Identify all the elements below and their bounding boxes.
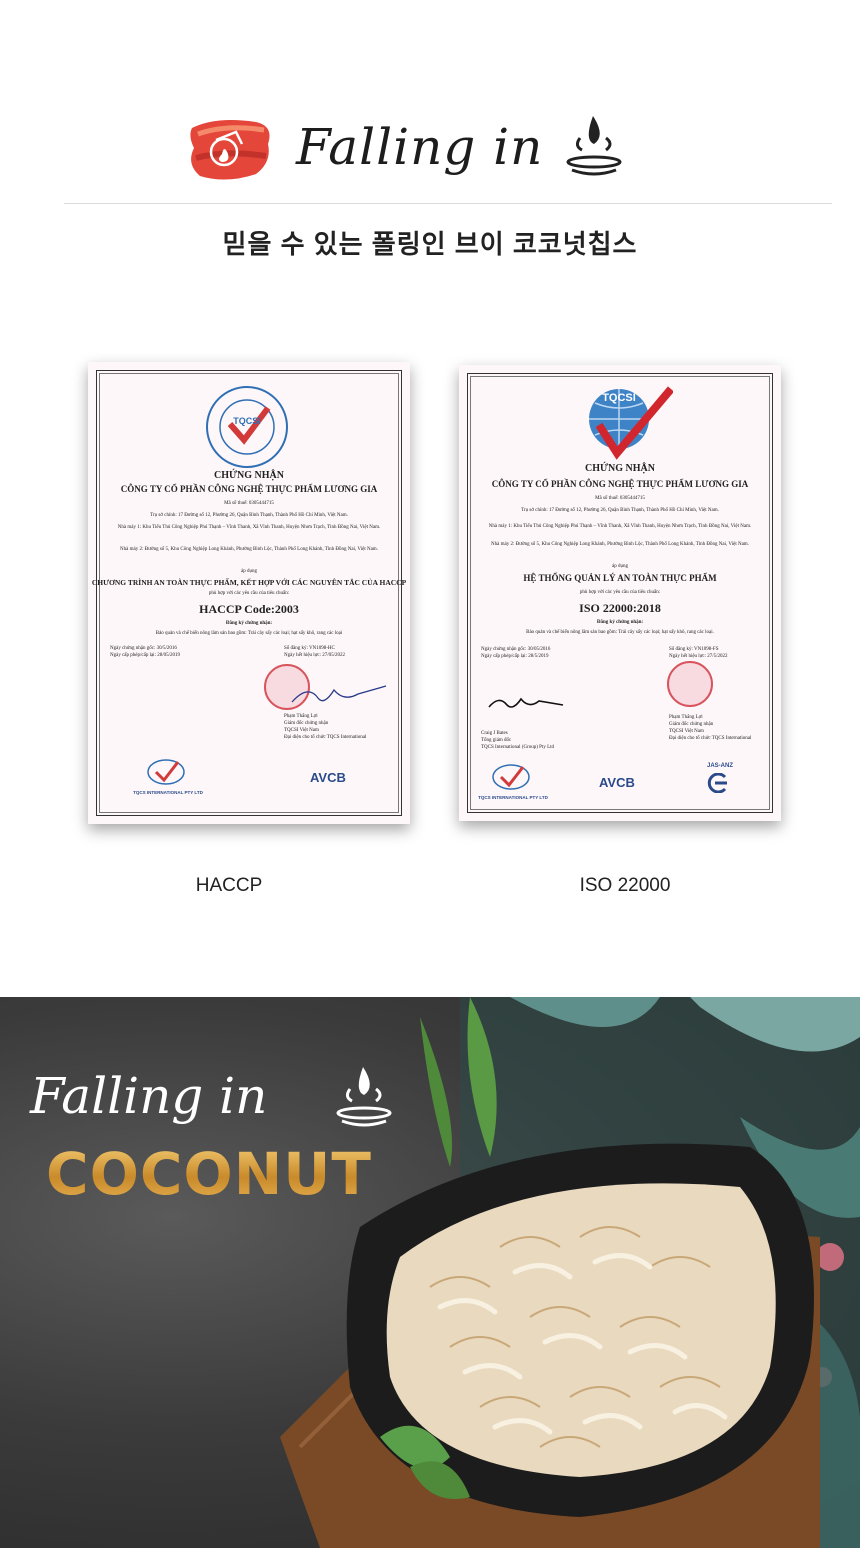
header-divider (64, 203, 832, 204)
cert-company: CÔNG TY CỔ PHẦN CÔNG NGHỆ THỰC PHẨM LƯƠN… (491, 479, 749, 489)
cert-footer-left-sub: TQCS INTERNATIONAL PTY LTD (478, 795, 548, 800)
cert-signer-title: Giám đốc chứng nhận (284, 721, 329, 726)
cert-signer-title: Giám đốc chứng nhận (669, 722, 714, 727)
cert-code: ISO 22000:2018 (579, 601, 661, 615)
cert-factory-1: Nhà máy 1: Khu Tiểu Thủ Công Nghiệp Phú … (117, 525, 381, 530)
cert-applies: áp dụng (241, 569, 257, 574)
cert-seal-stamp (667, 661, 713, 707)
cert-number: Số đăng ký: VN1098-HC (284, 646, 335, 651)
cert-factory-2: Nhà máy 2: Đường số 5, Khu Công Nghiệp L… (120, 547, 378, 552)
cert-signer-note: Đại diện cho tổ chức TQCS International (284, 735, 367, 740)
tqcsi-globe-logo-icon: TQCSI (589, 386, 673, 460)
cert-date-issued: Ngày cấp phép/cấp lại: 28/5/2019 (481, 654, 549, 659)
brand-emblem-icon (190, 120, 270, 180)
signature-image-left (488, 697, 564, 708)
tqcsi-footer-logo-icon (147, 759, 185, 785)
cert-scope: Bảo quản và chế biến nông lâm sản bao gồ… (155, 631, 343, 636)
cert-company: CÔNG TY CỔ PHẦN CÔNG NGHỆ THỰC PHẨM LƯƠN… (120, 484, 378, 494)
cert-code: HACCP Code:2003 (199, 602, 299, 616)
cert-conform: phù hợp với các yêu cầu của tiêu chuẩn: (208, 591, 290, 596)
cert-address: Trụ sở chính: 17 Đường số 12, Phường 26,… (521, 508, 719, 513)
water-splash-icon (336, 1067, 392, 1127)
cert-footer-left-sub: TQCS INTERNATIONAL PTY LTD (133, 790, 203, 795)
photo-script-title: Falling in (30, 1067, 268, 1125)
certificate-iso-22000: TQCSI CHỨNG NHẬN CÔNG TY CỔ PHẦN CÔNG NG… (459, 365, 781, 821)
brand-header: Falling in (0, 100, 860, 200)
svg-text:TQCSI: TQCSI (233, 416, 261, 426)
cert-address: Trụ sở chính: 17 Đường số 12, Phường 26,… (150, 513, 348, 518)
cert-heading: CHỨNG NHẬN (585, 463, 655, 474)
cert-signer-note: Đại diện cho tổ chức TQCS International (669, 736, 752, 741)
cert-signer-org: TQCSI Việt Nam (669, 729, 704, 734)
cert-signer-left-title: Tổng giám đốc (481, 738, 512, 743)
food-safety-program-logo-icon: TQCSI (206, 386, 288, 468)
cert-scope: Bảo quản và chế biến nông lâm sản bao gồ… (526, 630, 714, 635)
cert-factory-2: Nhà máy 2: Đường số 5, Khu Công Nghiệp L… (491, 542, 749, 547)
coconut-chips-plate-image (346, 1143, 814, 1517)
page-subtitle: 믿을 수 있는 폴링인 브이 코코넛칩스 (222, 229, 638, 259)
cert-date-issued: Ngày cấp phép/cấp lại: 28/05/2019 (110, 653, 180, 658)
cert-tax-code: Mã số thuế: 0305444715 (595, 496, 645, 501)
cert-signer: Phạm Thắng Lợi (669, 715, 703, 720)
cert-heading: CHỨNG NHẬN (214, 470, 284, 481)
cert-registered: Đăng ký chứng nhận: (225, 621, 273, 626)
caption-haccp: HACCP (195, 875, 263, 896)
cert-footer-right-logo: AVCB (310, 770, 346, 785)
cert-standard: HỆ THỐNG QUẢN LÝ AN TOÀN THỰC PHẨM (523, 573, 717, 583)
caption-iso-22000: ISO 22000 (579, 875, 671, 896)
cert-footer-right-label: JAS-ANZ (707, 763, 734, 769)
cert-signer: Phạm Thắng Lợi (284, 714, 318, 719)
cert-date-original: Ngày chứng nhận gốc: 30/5/2016 (110, 646, 177, 651)
cert-date-original: Ngày chứng nhận gốc: 30/05/2016 (481, 647, 551, 652)
svg-text:TQCSI: TQCSI (602, 392, 636, 404)
certificate-haccp: TQCSI CHỨNG NHẬN CÔNG TY CỔ PHẦN CÔNG NG… (88, 362, 410, 824)
tqcsi-footer-logo-icon (492, 764, 530, 790)
cert-signer-left-org: TQCS International (Group) Pty Ltd (481, 745, 555, 750)
cert-footer-mid-logo: AVCB (599, 775, 635, 790)
cert-standard: CHƯƠNG TRÌNH AN TOÀN THỰC PHẨM, KẾT HỢP … (91, 578, 407, 587)
water-splash-icon (566, 116, 622, 176)
cert-factory-1: Nhà máy 1: Khu Tiểu Thủ Công Nghiệp Phú … (488, 524, 752, 529)
cert-valid-until: Ngày hết hiệu lực: 27/5/2022 (669, 654, 728, 659)
cert-valid-until: Ngày hết hiệu lực: 27/05/2022 (284, 653, 346, 658)
coconut-chips-photo: Falling in COCONUT (0, 997, 860, 1548)
cert-applies: áp dụng (612, 564, 628, 569)
cert-number: Số đăng ký: VN1098-FS (669, 647, 719, 652)
jas-anz-logo-icon (707, 773, 727, 793)
photo-product-title: COCONUT (46, 1140, 372, 1208)
cert-tax-code: Mã số thuế: 0305444715 (224, 501, 274, 506)
cert-signer-left: Craig J Bates (481, 731, 508, 736)
cert-conform: phù hợp với các yêu cầu của tiêu chuẩn: (579, 590, 661, 595)
signature-image (291, 685, 387, 703)
brand-script-title: Falling in (296, 118, 544, 176)
cert-registered: Đăng ký chứng nhận: (596, 620, 644, 625)
cert-signer-org: TQCSI Việt Nam (284, 728, 319, 733)
